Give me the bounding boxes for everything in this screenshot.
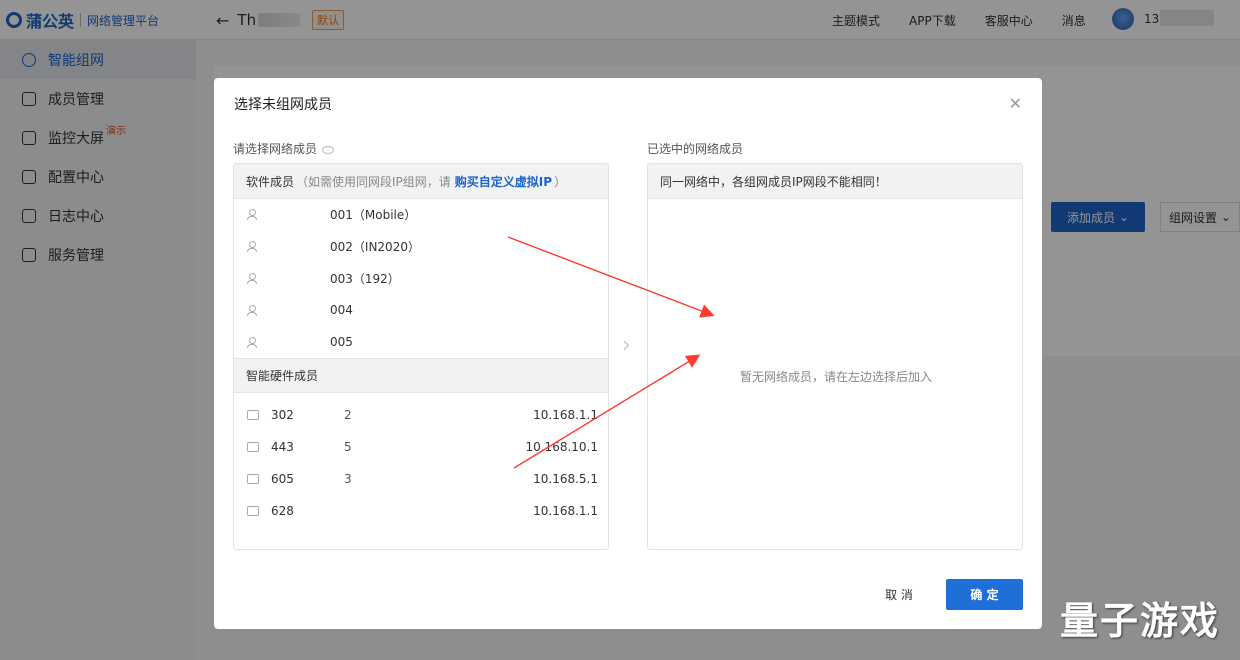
watermark: 量子游戏 [1060,599,1221,643]
empty-state-text: 暂无网络成员，请在左边选择后加入 [739,370,932,384]
eye-icon[interactable] [322,145,335,154]
router-icon [247,473,259,484]
dialog-title: 选择未组网成员 [234,97,332,113]
software-members-title: 软件成员 [246,174,295,189]
router-icon [247,409,259,420]
router-icon [247,505,259,516]
left-panel-label: 请选择网络成员 [233,140,335,157]
user-icon [247,272,257,284]
hardware-id: 443 [271,439,294,454]
user-icon [247,209,257,221]
buy-virtual-ip-link[interactable]: 购买自定义虚拟IP [455,173,552,190]
hardware-ip: 10.168.5.1 [533,471,598,486]
software-member-row[interactable]: 001（Mobile） [234,199,608,231]
hardware-members-title: 智能硬件成员 [246,368,319,383]
cancel-button[interactable]: 取 消 [867,579,931,610]
hardware-id-tail: 2 [344,407,352,422]
confirm-button[interactable]: 确 定 [946,579,1023,610]
user-icon [247,336,257,348]
hardware-id-tail: 3 [344,471,352,486]
software-member-row[interactable]: 003（192） [234,263,608,295]
router-icon [247,441,259,452]
hardware-id-tail: 5 [344,439,352,454]
hardware-members-header: 智能硬件成员 [234,357,608,393]
software-members-note: （如需使用同网段IP组网，请 [296,174,451,189]
selected-members-panel: 同一网络中，各组网成员IP网段不能相同！ 暂无网络成员，请在左边选择后加入 [647,163,1023,550]
software-member-row[interactable]: 005 [234,326,608,358]
hardware-member-row[interactable]: 605 3 10.168.5.1 [234,463,608,495]
hardware-id: 302 [271,407,294,422]
user-icon [247,304,257,316]
hardware-ip: 10.168.1.1 [533,503,598,518]
user-icon [247,241,257,253]
hardware-member-row[interactable]: 302 2 10.168.1.1 [234,399,608,431]
hardware-ip: 10.168.10.1 [525,439,598,454]
hardware-id: 605 [271,471,294,486]
hardware-id: 628 [271,503,294,518]
software-member-row[interactable]: 002（IN2020） [234,231,608,263]
software-members-note-end: ） [554,174,567,189]
available-members-panel: 软件成员 （如需使用同网段IP组网，请 购买自定义虚拟IP ） 001（Mobi… [233,163,609,550]
selected-members-header: 同一网络中，各组网成员IP网段不能相同！ [648,164,1022,199]
hardware-member-row[interactable]: 443 5 10.168.10.1 [234,431,608,463]
member-name: 002（IN2020） [330,240,420,255]
software-members-header: 软件成员 （如需使用同网段IP组网，请 购买自定义虚拟IP ） [234,164,608,199]
hardware-ip: 10.168.1.1 [533,407,598,422]
chevron-right-icon[interactable]: › [622,333,631,358]
left-panel-label-text: 请选择网络成员 [233,142,318,156]
member-name: 003（192） [330,271,400,286]
select-members-dialog: 选择未组网成员 ✕ 请选择网络成员 已选中的网络成员 软件成员 （如需使用同网段… [214,78,1042,629]
member-name: 005 [330,335,353,350]
close-icon[interactable]: ✕ [1009,94,1022,113]
member-name: 001（Mobile） [330,208,417,223]
hardware-member-row[interactable]: 628 10.168.1.1 [234,495,608,527]
member-name: 004 [330,303,353,318]
software-member-row[interactable]: 004 [234,294,608,326]
right-panel-label: 已选中的网络成员 [647,142,744,156]
